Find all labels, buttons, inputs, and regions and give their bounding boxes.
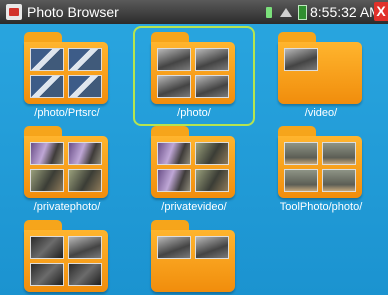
folder-icon	[151, 126, 235, 198]
window-title: Photo Browser	[27, 4, 119, 20]
thumbnail	[195, 236, 229, 259]
thumbnail	[284, 169, 318, 192]
folder-item[interactable]	[8, 216, 126, 295]
folder-icon	[24, 220, 108, 292]
folder-icon	[24, 126, 108, 198]
folder-icon	[278, 32, 362, 104]
folder-item[interactable]: /privatephoto/	[8, 122, 126, 218]
thumbnail	[284, 48, 318, 71]
folder-icon	[151, 32, 235, 104]
folder-label: /photo/Prtsrc/	[34, 107, 100, 119]
folder-icon	[24, 32, 108, 104]
app-icon	[6, 4, 22, 20]
thumbnail	[30, 263, 64, 286]
clock: 8:55:32 AM	[310, 4, 381, 20]
thumbnail	[68, 169, 102, 192]
thumbnail	[157, 48, 191, 71]
folder-item[interactable]: /photo/	[133, 26, 255, 126]
network-icon	[280, 8, 292, 17]
thumbnail	[157, 75, 191, 98]
thumbnail	[195, 142, 229, 165]
thumbnail	[68, 263, 102, 286]
folder-label: /privatephoto/	[33, 201, 101, 213]
thumbnail	[157, 169, 191, 192]
folder-item[interactable]: /video/	[262, 28, 380, 124]
thumbnail	[195, 75, 229, 98]
thumbnail	[195, 48, 229, 71]
thumbnail	[30, 75, 64, 98]
thumbnail	[68, 236, 102, 259]
thumbnail	[322, 142, 356, 165]
thumbnail	[157, 236, 191, 259]
battery-icon	[298, 5, 307, 20]
thumbnail	[30, 142, 64, 165]
thumbnail	[68, 142, 102, 165]
folder-label: /photo/	[177, 107, 211, 119]
thumbnail	[30, 169, 64, 192]
thumbnail	[30, 236, 64, 259]
photo-browser-screen: Photo Browser 8:55:32 AM X /photo/Prtsrc…	[0, 0, 388, 295]
title-bar: Photo Browser 8:55:32 AM X	[0, 0, 388, 24]
folder-item[interactable]: ToolPhoto/photo/	[262, 122, 380, 218]
folder-item[interactable]: /privatevideo/	[135, 122, 253, 218]
close-button[interactable]: X	[374, 2, 388, 21]
thumbnail	[322, 169, 356, 192]
folder-label: /privatevideo/	[161, 201, 227, 213]
thumbnail	[195, 169, 229, 192]
folder-label: /video/	[304, 107, 338, 119]
folder-icon	[151, 220, 235, 292]
thumbnail	[68, 75, 102, 98]
thumbnail	[157, 142, 191, 165]
folder-item[interactable]	[135, 216, 253, 295]
folder-icon	[278, 126, 362, 198]
thumbnail	[30, 48, 64, 71]
folder-item[interactable]: /photo/Prtsrc/	[8, 28, 126, 124]
folder-label: ToolPhoto/photo/	[279, 201, 363, 213]
sd-card-icon	[266, 7, 272, 18]
thumbnail	[284, 142, 318, 165]
thumbnail	[68, 48, 102, 71]
